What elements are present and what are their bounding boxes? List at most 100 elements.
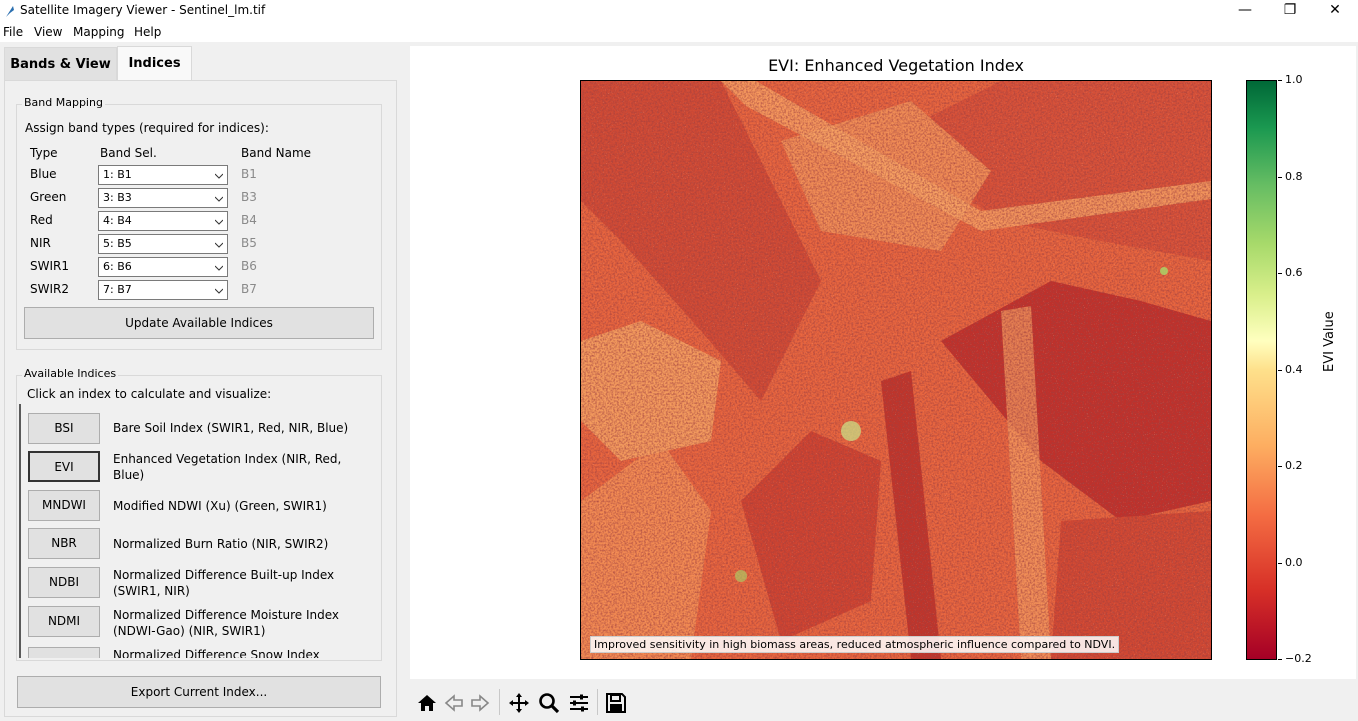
band-select-nir[interactable]: 5: B5 [98,234,228,254]
index-desc-ndsi: Normalized Difference Snow Index (Green [113,648,320,658]
band-select-swir1[interactable]: 6: B6 [98,257,228,277]
pan-icon[interactable] [507,691,531,715]
band-mapping-instruction: Assign band types (required for indices)… [25,121,269,135]
band-select-blue[interactable]: 1: B1 [98,165,228,185]
toolbar-separator [499,689,500,715]
band-name-red: B4 [241,213,257,227]
colorbar-tick [1278,80,1282,81]
colorbar-tick-label: −0.2 [1285,652,1312,665]
tab-indices[interactable]: Indices [117,46,192,81]
index-desc-ndmi: Normalized Difference Moisture Index (ND… [113,608,340,638]
index-desc-nbr: Normalized Burn Ratio (NIR, SWIR2) [113,537,329,551]
minimize-button[interactable]: — [1222,0,1268,22]
maximize-button[interactable]: ❐ [1267,0,1313,22]
row-type-swir2: SWIR2 [30,282,69,296]
window-title: Satellite Imagery Viewer - Sentinel_lm.t… [20,3,266,17]
band-select-value: 1: B1 [103,168,132,181]
plot-title: EVI: Enhanced Vegetation Index [768,56,1024,75]
restore-icon: ❐ [1283,2,1297,18]
close-icon: ✕ [1329,2,1341,18]
index-desc-ndbi: Normalized Difference Built-up Index (SW… [113,568,335,598]
colorbar-tick [1278,176,1282,178]
minimize-icon: — [1238,2,1252,18]
index-desc-evi: Enhanced Vegetation Index (NIR, Red, Blu… [113,452,342,482]
index-info-box: Improved sensitivity in high biomass are… [590,636,1120,653]
band-name-swir1: B6 [241,259,257,273]
header-band-sel: Band Sel. [100,146,157,160]
menu-help[interactable]: Help [134,25,161,39]
colorbar-tick [1278,562,1282,564]
chevron-down-icon [215,265,223,271]
plot-toolbar [410,683,1356,721]
colorbar-label: EVI Value [1322,311,1337,372]
save-icon[interactable] [604,691,628,715]
index-button-ndmi[interactable]: NDMI [28,606,100,637]
chevron-down-icon [215,242,223,248]
chevron-down-icon [215,219,223,225]
evi-raster [581,81,1211,659]
indices-list[interactable]: BSI Bare Soil Index (SWIR1, Red, NIR, Bl… [19,404,383,658]
colorbar-tick [1278,659,1282,660]
toolbar-separator [597,689,598,715]
colorbar-tick-label: 0.6 [1285,266,1303,279]
band-select-value: 4: B4 [103,214,132,227]
menu-mapping[interactable]: Mapping [73,25,125,39]
colorbar-tick [1278,466,1282,467]
row-type-swir1: SWIR1 [30,259,69,273]
band-name-green: B3 [241,190,257,204]
band-select-green[interactable]: 3: B3 [98,188,228,208]
zoom-icon[interactable] [537,691,561,715]
band-name-nir: B5 [241,236,257,250]
tab-bands-view[interactable]: Bands & View [4,47,117,80]
home-icon[interactable] [415,691,439,715]
band-select-value: 5: B5 [103,237,132,250]
colorbar-tick-label: 0.2 [1285,459,1303,472]
row-type-green: Green [30,190,67,204]
available-indices-title: Available Indices [22,367,119,380]
chevron-down-icon [215,288,223,294]
band-select-red[interactable]: 4: B4 [98,211,228,231]
index-desc-mndwi: Modified NDWI (Xu) (Green, SWIR1) [113,499,327,513]
row-type-red: Red [30,213,53,227]
close-button[interactable]: ✕ [1312,0,1358,22]
index-button-ndbi[interactable]: NDBI [28,567,100,598]
colorbar-tick-label: 0.4 [1285,362,1303,376]
band-mapping-title: Band Mapping [22,96,105,109]
chevron-down-icon [215,173,223,179]
header-band-name: Band Name [241,146,312,160]
band-name-swir2: B7 [241,282,257,296]
configure-icon[interactable] [567,691,591,715]
feather-icon [6,6,14,17]
header-type: Type [30,146,58,160]
index-button-nbr[interactable]: NBR [28,528,100,559]
menu-file[interactable]: File [3,25,23,39]
evi-image[interactable] [580,80,1212,660]
index-button-bsi[interactable]: BSI [28,413,100,444]
colorbar-tick-label: 1.0 [1285,73,1303,86]
colorbar-tick-label: 0.8 [1285,169,1303,183]
forward-icon[interactable] [468,691,492,715]
band-select-value: 3: B3 [103,191,132,204]
band-select-value: 6: B6 [103,260,132,273]
colorbar-tick [1278,369,1282,371]
colorbar-tick [1278,273,1282,274]
menu-view[interactable]: View [34,25,62,39]
available-indices-instruction: Click an index to calculate and visualiz… [27,387,272,401]
index-button-evi[interactable]: EVI [28,451,100,482]
row-type-nir: NIR [30,236,51,250]
band-select-swir2[interactable]: 7: B7 [98,280,228,300]
index-button-ndsi[interactable] [28,647,100,658]
index-button-mndwi[interactable]: MNDWI [28,490,100,521]
menu-bar: File View Mapping Help [0,22,1358,42]
row-type-blue: Blue [30,167,57,181]
band-select-value: 7: B7 [103,283,132,296]
update-indices-button[interactable]: Update Available Indices [24,307,374,339]
chevron-down-icon [215,196,223,202]
colorbar-tick-label: 0.0 [1285,555,1303,569]
title-bar: Satellite Imagery Viewer - Sentinel_lm.t… [0,0,1358,22]
export-index-button[interactable]: Export Current Index... [17,676,381,708]
back-icon[interactable] [442,691,466,715]
index-desc-bsi: Bare Soil Index (SWIR1, Red, NIR, Blue) [113,421,349,435]
colorbar [1246,80,1277,660]
band-name-blue: B1 [241,167,257,181]
